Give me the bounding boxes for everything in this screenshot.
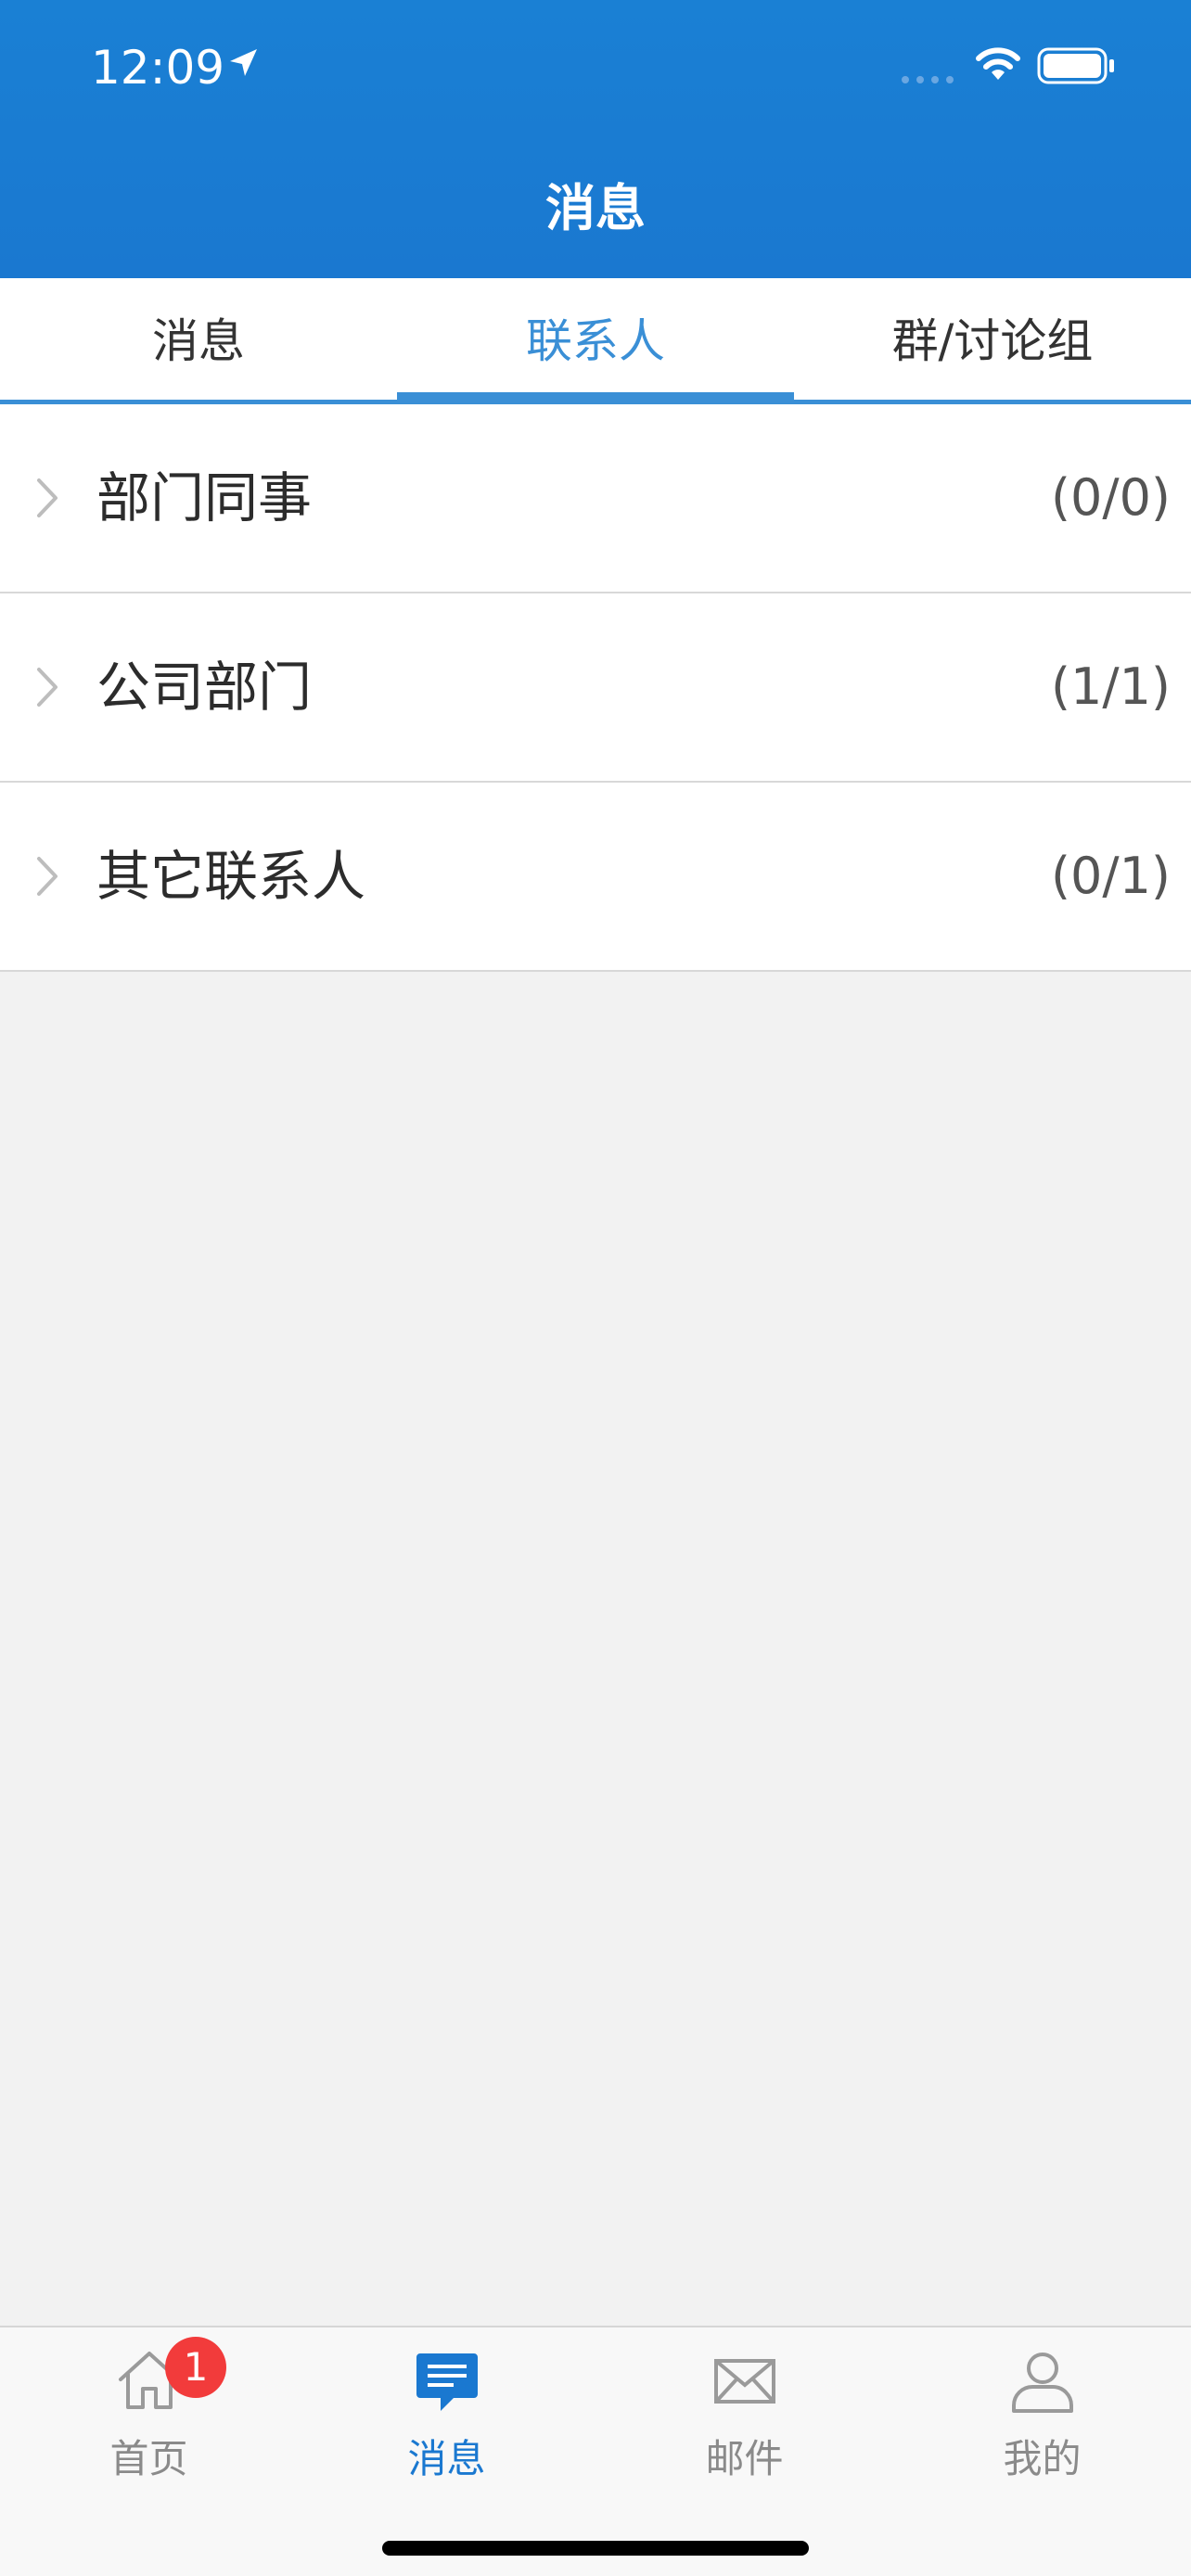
cellular-signal-icon [902,76,954,83]
tabbar-item-home[interactable]: 1 首页 [0,2327,298,2513]
active-tab-indicator [397,392,794,400]
location-arrow-icon [230,49,257,76]
notification-badge: 1 [165,2337,226,2398]
contact-group-count: (1/1) [1050,657,1171,716]
tabbar-item-profile[interactable]: 我的 [893,2327,1191,2513]
tabbar-item-mail[interactable]: 邮件 [596,2327,893,2513]
chevron-right-icon [37,478,58,517]
contact-group-list: 部门同事 (0/0) 公司部门 (1/1) 其它联系人 (0/1) [0,404,1191,972]
chevron-right-icon [37,857,58,896]
tab-groups[interactable]: 群/讨论组 [794,278,1191,400]
tab-messages[interactable]: 消息 [0,278,397,400]
contact-group-company-departments[interactable]: 公司部门 (1/1) [0,593,1191,783]
status-time: 12:09 [91,41,225,95]
tab-contacts[interactable]: 联系人 [397,278,794,400]
tabbar-item-messages[interactable]: 消息 [298,2327,596,2513]
segment-tabs: 消息 联系人 群/讨论组 [0,278,1191,404]
page-title: 消息 [545,179,646,237]
wifi-icon [976,47,1020,80]
home-indicator[interactable] [382,2541,809,2556]
contact-group-label: 公司部门 [96,656,313,719]
contact-group-other-contacts[interactable]: 其它联系人 (0/1) [0,783,1191,972]
mail-icon [714,2359,775,2404]
message-icon [416,2353,478,2411]
contact-group-label: 其它联系人 [96,845,366,908]
tabbar-label: 我的 [1003,2436,1082,2481]
status-bar: 12:09 [0,0,1191,139]
tabbar-label: 首页 [109,2436,188,2481]
battery-icon [1037,47,1114,84]
app-header: 12:09 消息 [0,0,1191,278]
bottom-tab-bar: 1 首页 消息 邮件 我的 [0,2326,1191,2576]
chevron-right-icon [37,668,58,707]
profile-icon [1012,2353,1073,2413]
tabbar-label: 邮件 [705,2436,784,2481]
tabbar-label: 消息 [407,2436,486,2481]
contact-group-department-colleagues[interactable]: 部门同事 (0/0) [0,404,1191,593]
contact-group-count: (0/0) [1050,468,1171,527]
contact-group-count: (0/1) [1050,847,1171,905]
contact-group-label: 部门同事 [96,466,313,529]
